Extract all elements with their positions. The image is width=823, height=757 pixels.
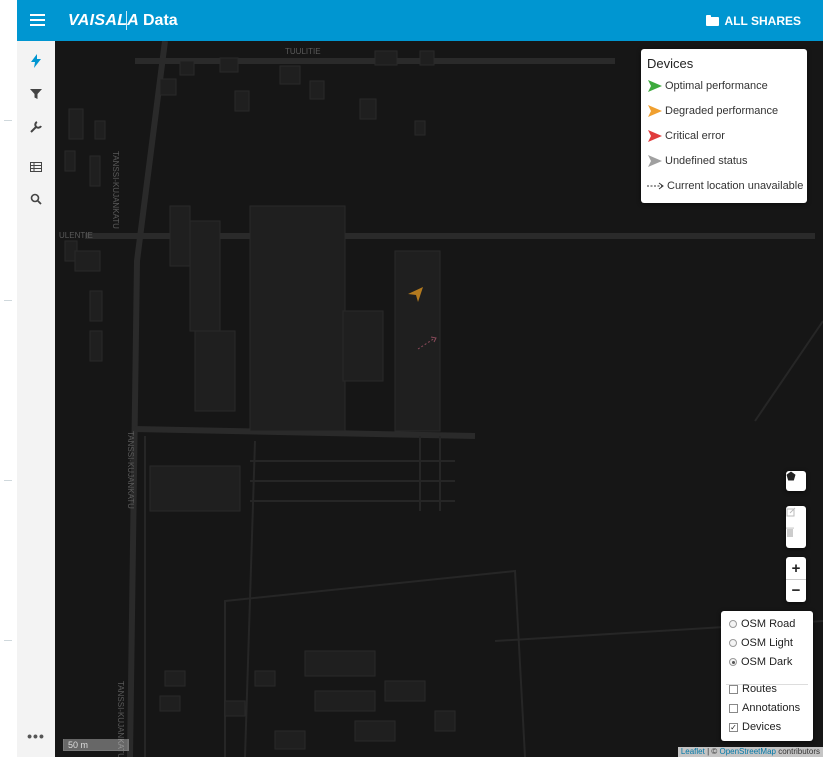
- layer-switcher: OSM Road OSM Light OSM Dark Routes Annot…: [721, 611, 813, 741]
- app: VAISALA Data ALL SHARES ••• TUULITIE ULE…: [0, 0, 823, 757]
- legend-title: Devices: [647, 56, 694, 71]
- osm-link[interactable]: OpenStreetMap: [719, 747, 775, 756]
- table-icon[interactable]: [23, 155, 49, 179]
- polygon-icon: [786, 471, 806, 491]
- devices-legend: Devices Optimal performance Degraded per…: [641, 49, 807, 203]
- all-shares-button[interactable]: ALL SHARES: [705, 14, 801, 28]
- red-arrow-icon: [648, 130, 662, 142]
- background-window-edge: [0, 0, 18, 757]
- layer-osm-light[interactable]: OSM Light: [729, 635, 793, 651]
- overlay-devices[interactable]: ✓ Devices: [729, 719, 781, 735]
- page-title: Data: [143, 12, 178, 29]
- title-separator: [126, 11, 127, 30]
- edit-layers-icon[interactable]: [786, 507, 806, 527]
- radio-icon[interactable]: [729, 620, 737, 628]
- edit-controls: [786, 506, 806, 548]
- map-attribution: Leaflet | © OpenStreetMap contributors: [677, 747, 823, 757]
- street-label: TANSSI-KUJANKATU: [111, 151, 120, 229]
- all-shares-label: ALL SHARES: [724, 14, 801, 28]
- checkbox-icon[interactable]: [729, 684, 738, 694]
- overlay-annotations[interactable]: Annotations: [729, 700, 800, 716]
- wrench-icon[interactable]: [23, 115, 49, 139]
- legend-item-undefined: Undefined status: [647, 153, 748, 169]
- lightning-icon[interactable]: [23, 49, 49, 73]
- layer-osm-road[interactable]: OSM Road: [729, 616, 795, 632]
- grey-arrow-icon: [648, 155, 662, 167]
- draw-polygon-button[interactable]: [786, 471, 806, 491]
- map[interactable]: TUULITIE ULENTIE TANSSI-KUJANKATU TANSSI…: [55, 41, 823, 757]
- folder-icon: [705, 14, 719, 26]
- green-arrow-icon: [648, 80, 662, 92]
- trash-icon[interactable]: [786, 527, 806, 547]
- filter-icon[interactable]: [23, 82, 49, 106]
- legend-item-location-unavailable: Current location unavailable: [647, 178, 803, 194]
- zoom-in-button[interactable]: +: [786, 558, 806, 578]
- checkbox-checked-icon[interactable]: ✓: [729, 722, 738, 732]
- brand-logo: VAISALA: [68, 12, 140, 29]
- orange-arrow-icon: [648, 105, 662, 117]
- street-label: TUULITIE: [285, 47, 321, 56]
- hamburger-menu-icon[interactable]: [27, 9, 49, 31]
- checkbox-icon[interactable]: [729, 703, 738, 713]
- dashed-arrow-icon: [647, 182, 664, 190]
- street-label: ULENTIE: [59, 231, 93, 240]
- legend-item-optimal: Optimal performance: [647, 78, 768, 94]
- radio-selected-icon[interactable]: [729, 658, 737, 666]
- layer-osm-dark[interactable]: OSM Dark: [729, 654, 792, 670]
- zoom-out-button[interactable]: −: [786, 580, 806, 600]
- legend-item-degraded: Degraded performance: [647, 103, 778, 119]
- scale-bar: 50 m: [63, 739, 129, 751]
- sidebar: •••: [17, 41, 56, 757]
- radio-icon[interactable]: [729, 639, 737, 647]
- overlay-routes[interactable]: Routes: [729, 681, 777, 697]
- street-label: TANSSI-KUJANKATU: [126, 431, 135, 509]
- top-bar: VAISALA Data ALL SHARES: [17, 0, 823, 41]
- legend-item-critical: Critical error: [647, 128, 725, 144]
- zoom-controls: + −: [786, 557, 806, 602]
- more-options-button[interactable]: •••: [23, 728, 49, 746]
- leaflet-link[interactable]: Leaflet: [681, 747, 705, 756]
- search-icon[interactable]: [23, 187, 49, 211]
